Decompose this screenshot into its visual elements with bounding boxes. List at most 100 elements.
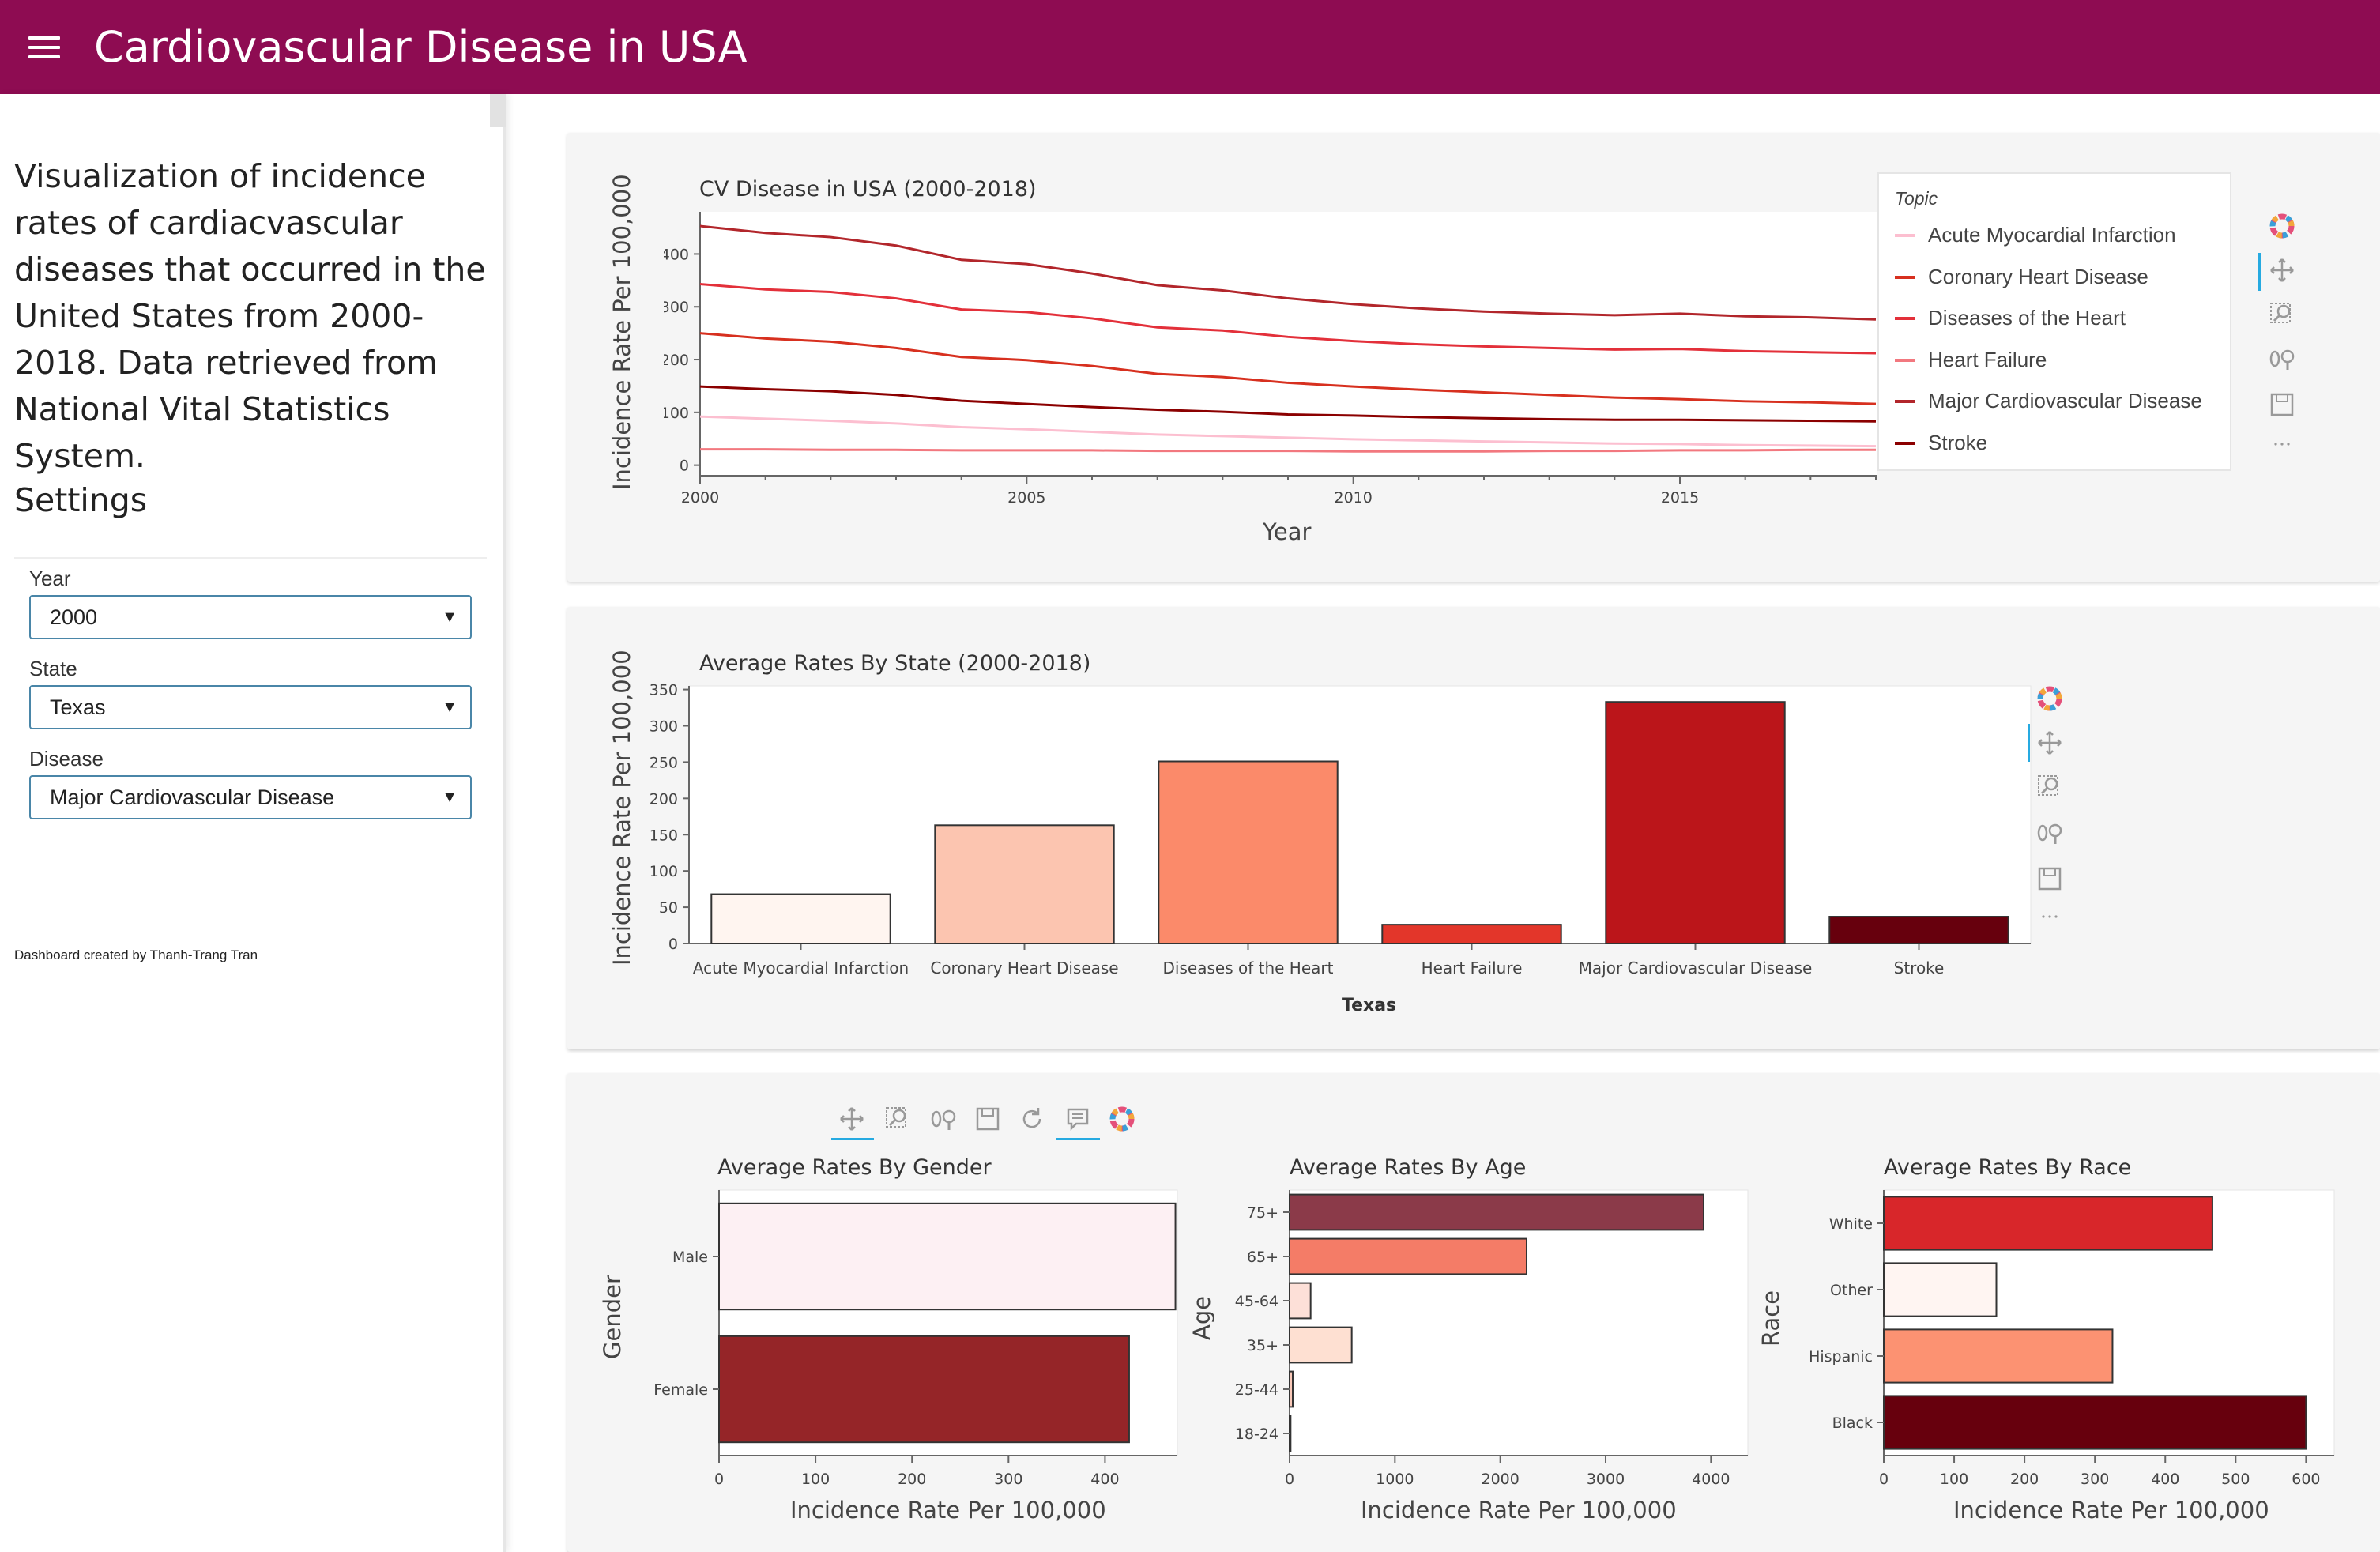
bar: [1883, 1395, 2307, 1450]
legend-item[interactable]: Coronary Heart Disease: [1895, 262, 2227, 293]
x-tick-label: 2010: [1334, 489, 1372, 506]
x-tick-label: 600: [2292, 1471, 2320, 1488]
active-tool-indicator: [2258, 253, 2261, 291]
divider: [14, 557, 487, 559]
y-tick-label: 200: [650, 790, 678, 808]
y-tick-label: 65+: [1247, 1249, 1278, 1266]
bokeh-logo-icon[interactable]: [2034, 683, 2066, 714]
y-tick-label: White: [1829, 1215, 1873, 1233]
reset-icon[interactable]: [1016, 1103, 1048, 1135]
hover-icon[interactable]: [1062, 1103, 1094, 1135]
pan-icon[interactable]: [2034, 727, 2066, 759]
bar: [1289, 1237, 1527, 1275]
y-tick-label: 400: [664, 246, 689, 263]
legend-label: Major Cardiovascular Disease: [1928, 389, 2202, 412]
y-tick-label: 300: [650, 718, 678, 736]
age-bar-chart: 0 1000 2000 3000 4000 75+ 65+ 45-64 35+ 25-44 18-2…: [1235, 1189, 1749, 1488]
legend-swatch: [1895, 234, 1915, 237]
box-zoom-icon[interactable]: [2266, 299, 2298, 330]
bar: [934, 824, 1115, 944]
y-tick-label: 75+: [1247, 1204, 1278, 1222]
x-tick-label: Heart Failure: [1422, 959, 1523, 978]
legend-swatch: [1895, 317, 1915, 320]
y-tick-label: Hispanic: [1809, 1348, 1873, 1366]
active-tool-indicator: [831, 1138, 874, 1140]
x-tick-label: 400: [2151, 1471, 2179, 1488]
race-bar-chart: 0 100 200 300 400 500 600 White Other Hispanic Bla…: [1809, 1189, 2335, 1488]
chevron-down-icon: ▼: [442, 608, 458, 626]
x-tick-label: 100: [801, 1471, 830, 1488]
state-label: State: [29, 657, 77, 680]
bar: [1883, 1196, 2213, 1251]
box-zoom-icon[interactable]: [882, 1103, 913, 1135]
app-header: Cardiovascular Disease in USA: [0, 0, 2380, 94]
sidebar-scrollbar[interactable]: [490, 94, 506, 127]
bokeh-logo-icon[interactable]: [1106, 1103, 1138, 1135]
chevron-down-icon: ▼: [442, 789, 458, 806]
bar: [1828, 916, 2009, 944]
legend-item[interactable]: Acute Myocardial Infarction: [1895, 220, 2227, 251]
state-chart-xlabel: Texas: [1342, 996, 1397, 1015]
year-select[interactable]: 2000 ▼: [29, 595, 472, 639]
legend-label: Heart Failure: [1928, 347, 2047, 371]
age-chart-title: Average Rates By Age: [1290, 1155, 1527, 1180]
legend-swatch: [1895, 275, 1915, 279]
x-tick-label: Major Cardiovascular Disease: [1579, 959, 1813, 978]
bokeh-logo-icon[interactable]: [2266, 210, 2298, 242]
legend-item[interactable]: Stroke: [1895, 428, 2227, 459]
intro-text: Visualization of incidence rates of card…: [14, 157, 486, 475]
legend-item[interactable]: Diseases of the Heart: [1895, 303, 2227, 334]
gender-chart-title: Average Rates By Gender: [717, 1155, 992, 1180]
app-title: Cardiovascular Disease in USA: [94, 22, 748, 72]
x-tick-label: 2005: [1007, 489, 1045, 506]
x-tick-label: 2000: [1481, 1471, 1519, 1488]
more-icon[interactable]: [2266, 428, 2298, 460]
y-tick-label: Male: [672, 1249, 708, 1266]
active-tool-indicator: [2028, 724, 2030, 762]
more-icon[interactable]: [2034, 901, 2066, 932]
box-zoom-icon[interactable]: [2034, 771, 2066, 803]
legend-swatch: [1895, 400, 1915, 403]
wheel-zoom-icon[interactable]: [2034, 817, 2066, 849]
y-tick-label: 300: [664, 299, 689, 316]
save-icon[interactable]: [2034, 863, 2066, 895]
legend-item[interactable]: Heart Failure: [1895, 345, 2227, 376]
year-label: Year: [29, 567, 71, 590]
y-tick-label: 100: [664, 405, 689, 422]
save-icon[interactable]: [972, 1103, 1004, 1135]
plot-area: [700, 212, 1877, 476]
bar: [718, 1202, 1177, 1311]
save-icon[interactable]: [2266, 389, 2298, 420]
race-chart-xlabel: Incidence Rate Per 100,000: [1953, 1497, 2269, 1524]
disease-select[interactable]: Major Cardiovascular Disease ▼: [29, 775, 472, 819]
y-tick-label: 250: [650, 754, 678, 771]
y-tick-label: 200: [664, 352, 689, 369]
wheel-zoom-icon[interactable]: [928, 1103, 959, 1135]
bar: [1289, 1193, 1704, 1231]
pan-icon[interactable]: [836, 1103, 868, 1135]
line-chart: 0 100 200 300 400 2000 2005 2010 2015: [664, 212, 1877, 506]
menu-icon[interactable]: [28, 36, 60, 58]
y-tick-label: Black: [1832, 1415, 1873, 1432]
y-tick-label: 45-64: [1235, 1293, 1278, 1310]
x-tick-label: 200: [898, 1471, 926, 1488]
gender-chart-ylabel: Gender: [599, 1275, 626, 1359]
disease-select-value: Major Cardiovascular Disease: [50, 785, 335, 809]
bar: [1883, 1262, 1998, 1317]
state-select[interactable]: Texas ▼: [29, 685, 472, 729]
y-tick-label: 0: [668, 936, 678, 953]
state-chart-title: Average Rates By State (2000-2018): [699, 651, 1091, 676]
x-tick-label: 2000: [681, 489, 719, 506]
x-tick-label: 400: [1090, 1471, 1119, 1488]
bar: [710, 893, 891, 945]
x-tick-label: Stroke: [1894, 959, 1945, 978]
x-tick-label: 500: [2221, 1471, 2250, 1488]
bar: [1289, 1326, 1353, 1364]
pan-icon[interactable]: [2266, 254, 2298, 286]
wheel-zoom-icon[interactable]: [2266, 343, 2298, 375]
legend-item[interactable]: Major Cardiovascular Disease: [1895, 386, 2227, 417]
line-chart-title: CV Disease in USA (2000-2018): [699, 177, 1037, 202]
bar: [718, 1335, 1130, 1444]
bar: [1605, 701, 1786, 944]
legend-swatch: [1895, 358, 1915, 362]
